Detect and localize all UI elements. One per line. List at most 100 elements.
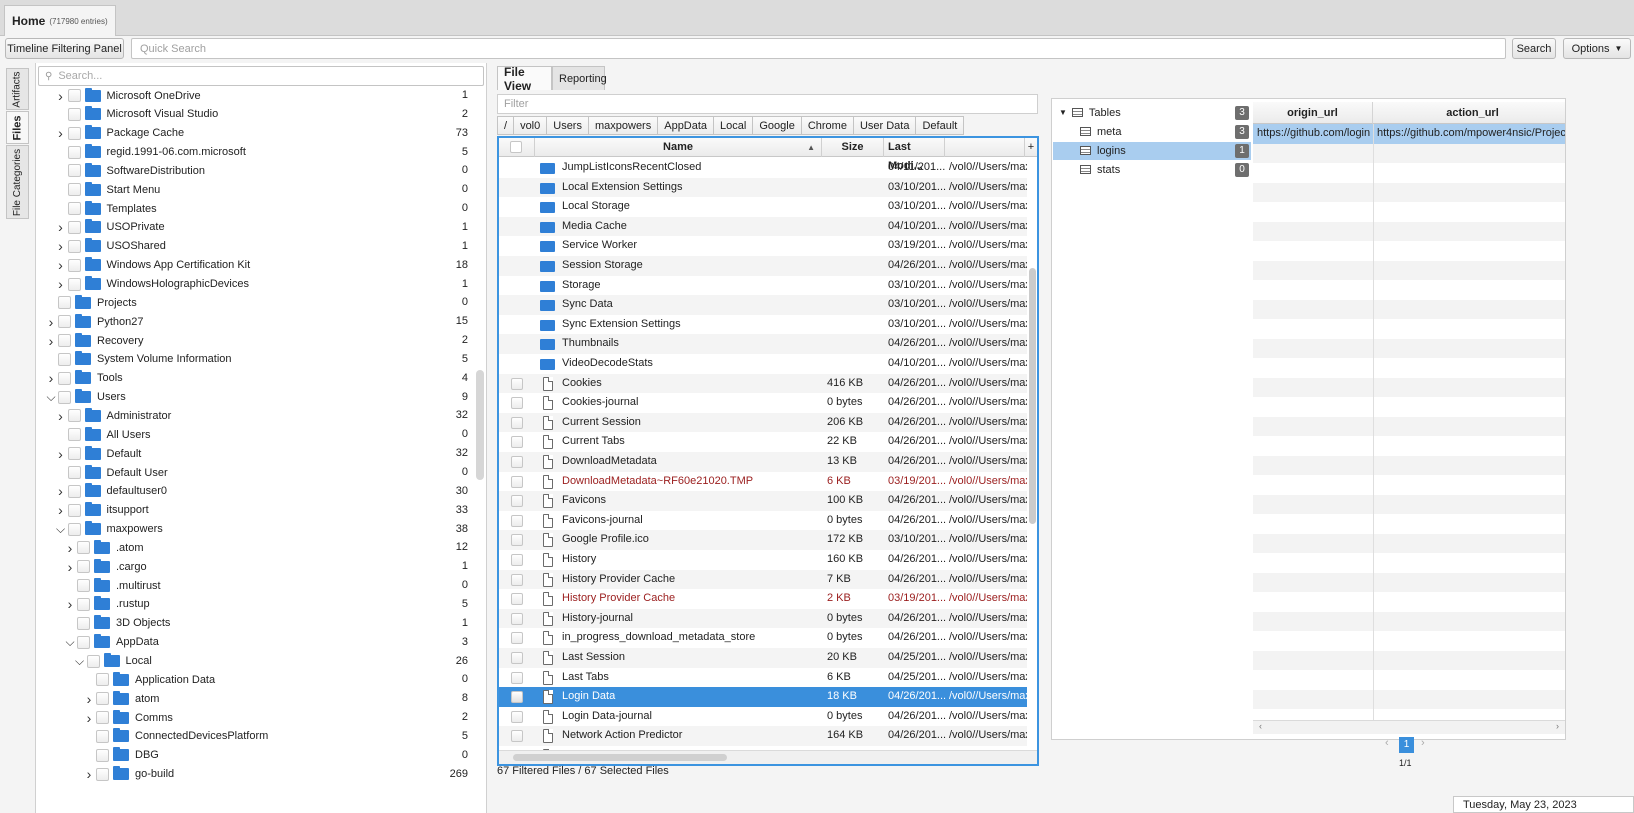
breadcrumb-item[interactable]: vol0 <box>513 116 548 135</box>
tree-item[interactable]: Templates <box>56 199 157 218</box>
chevron-right-icon[interactable]: › <box>46 370 56 386</box>
tree-checkbox[interactable] <box>77 541 90 555</box>
tree-item[interactable]: › Tools <box>46 369 123 388</box>
tree-item[interactable]: › .rustup <box>65 595 150 614</box>
file-row[interactable]: DownloadMetadata~RF60e21020.TMP 6 KB 03/19… <box>499 472 1027 492</box>
scroll-left-icon[interactable]: ‹ <box>1259 721 1262 731</box>
db-table-node[interactable]: stats <box>1080 160 1120 179</box>
tables-root-node[interactable]: ▼ Tables <box>1059 103 1121 122</box>
file-row[interactable]: Cookies-journal 0 bytes 04/26/201.../vol0/… <box>499 393 1027 413</box>
tree-item[interactable]: › go-build <box>84 765 174 784</box>
tree-item[interactable]: All Users <box>56 425 151 444</box>
home-tab[interactable]: Home (717980 entries) <box>4 5 116 36</box>
file-checkbox[interactable] <box>511 514 523 527</box>
file-checkbox[interactable] <box>511 652 523 664</box>
file-row[interactable]: Current Session 206 KB 04/26/201.../vol0//… <box>499 412 1027 433</box>
timeline-filtering-button[interactable]: Timeline Filtering Panel <box>5 38 124 59</box>
tree-checkbox[interactable] <box>58 315 71 329</box>
tree-item[interactable]: › atom <box>84 689 159 708</box>
tree-checkbox[interactable] <box>77 579 90 593</box>
breadcrumb-item[interactable]: Users <box>546 116 589 135</box>
file-row[interactable]: Sync Extension Settings 03/10/201.../vol0… <box>499 315 1027 335</box>
tree-checkbox[interactable] <box>67 107 81 121</box>
tree-checkbox[interactable] <box>77 597 90 611</box>
file-row[interactable]: Service Worker 03/19/201.../vol0//Users/m… <box>499 236 1027 256</box>
tree-checkbox[interactable] <box>96 692 109 706</box>
file-row[interactable]: History Provider Cache 2 KB 03/19/201.../v… <box>499 589 1027 609</box>
tree-item[interactable]: SoftwareDistribution <box>56 161 205 180</box>
chevron-right-icon[interactable]: › <box>84 766 94 782</box>
tree-item[interactable]: 3D Objects <box>65 614 170 633</box>
file-checkbox[interactable] <box>511 730 523 743</box>
breadcrumb-item[interactable]: / <box>497 116 515 135</box>
tree-item[interactable]: › Microsoft OneDrive <box>56 86 201 105</box>
file-row[interactable]: History-journal 0 bytes 04/26/201.../vol0/… <box>499 608 1027 629</box>
chevron-right-icon[interactable]: › <box>46 333 56 349</box>
tree-item[interactable]: ⌵ Users <box>46 388 126 407</box>
tree-checkbox[interactable] <box>67 183 81 197</box>
breadcrumb-item[interactable]: User Data <box>852 116 917 135</box>
tree-checkbox[interactable] <box>67 447 81 461</box>
tree-item[interactable]: › USOPrivate <box>56 218 165 237</box>
tree-checkbox[interactable] <box>67 409 81 423</box>
chevron-right-icon[interactable]: › <box>65 540 75 556</box>
db-row[interactable]: https://github.com/login https://github.c… <box>1253 124 1565 144</box>
chevron-right-icon[interactable]: › <box>84 691 94 707</box>
tree-item[interactable]: › Package Cache <box>56 124 184 143</box>
file-row[interactable]: Current Tabs 22 KB 04/26/201.../vol0//User… <box>499 432 1027 452</box>
tree-item[interactable]: ConnectedDevicesPlatform <box>84 727 268 746</box>
filter-input[interactable]: Filter <box>497 94 1038 114</box>
file-checkbox[interactable] <box>511 397 523 410</box>
scroll-right-icon[interactable]: › <box>1556 721 1559 731</box>
breadcrumb-item[interactable]: Google <box>752 116 802 135</box>
tab-files[interactable]: Files <box>6 111 29 144</box>
tree-checkbox[interactable] <box>96 673 109 687</box>
tree-item[interactable]: Default User <box>56 463 168 482</box>
file-row[interactable]: Local Storage 03/10/201.../vol0//Users/ma… <box>499 197 1027 217</box>
file-checkbox[interactable] <box>511 632 523 645</box>
file-checkbox[interactable] <box>511 475 523 488</box>
breadcrumb-item[interactable]: maxpowers <box>587 116 659 135</box>
tree-checkbox[interactable] <box>67 503 81 517</box>
file-row[interactable]: Favicons-journal 0 bytes 04/26/201.../vol0… <box>499 511 1027 531</box>
file-row[interactable]: Google Profile.ico 172 KB 03/10/201.../vol… <box>499 530 1027 550</box>
file-row[interactable]: Thumbnails 04/26/201.../vol0//Users/maxp <box>499 334 1027 354</box>
tree-item[interactable]: regid.1991-06.com.microsoft <box>56 143 246 162</box>
chevron-right-icon[interactable]: › <box>65 559 75 575</box>
file-row[interactable]: DownloadMetadata 13 KB 04/26/201.../vol0//… <box>499 452 1027 472</box>
tab-reporting[interactable]: Reporting <box>552 66 607 90</box>
tree-checkbox[interactable] <box>77 560 90 574</box>
tree-checkbox[interactable] <box>67 126 81 140</box>
breadcrumb-item[interactable]: Local <box>713 116 754 135</box>
tree-item[interactable]: › itsupport <box>56 501 149 520</box>
chevron-right-icon[interactable]: › <box>56 219 66 235</box>
chevron-right-icon[interactable]: › <box>56 238 66 254</box>
file-checkbox[interactable] <box>511 534 523 547</box>
file-checkbox[interactable] <box>511 671 523 684</box>
tree-item[interactable]: ⌵ maxpowers <box>56 520 163 539</box>
chevron-right-icon[interactable]: › <box>56 257 66 273</box>
tree-item[interactable]: › Recovery <box>46 331 143 350</box>
file-row[interactable]: History Provider Cache 7 KB 04/26/201.../v… <box>499 569 1027 590</box>
chevron-down-icon[interactable]: ⌵ <box>65 635 75 650</box>
chevron-right-icon[interactable]: › <box>65 596 75 612</box>
tree-item[interactable]: › defaultuser0 <box>56 482 167 501</box>
tree-checkbox[interactable] <box>77 616 90 630</box>
tree-item[interactable]: Application Data <box>84 670 215 689</box>
file-checkbox[interactable] <box>511 456 523 468</box>
file-checkbox[interactable] <box>511 495 523 508</box>
file-row[interactable]: Login Data-journal 0 bytes 04/26/201.../vo… <box>499 707 1027 727</box>
chevron-right-icon[interactable]: › <box>46 314 56 330</box>
file-row[interactable]: VideoDecodeStats 04/10/201.../vol0//Users… <box>499 354 1027 374</box>
file-row[interactable]: in_progress_download_metadata_store 0 byt… <box>499 628 1027 648</box>
tree-checkbox[interactable] <box>67 522 81 536</box>
tree-checkbox[interactable] <box>58 390 71 404</box>
breadcrumb-item[interactable]: Default <box>915 116 965 135</box>
file-row[interactable]: Media Cache 04/10/201.../vol0//Users/maxp <box>499 216 1027 237</box>
tree-search-input[interactable]: ⚲ Search... <box>38 66 484 86</box>
chevron-right-icon[interactable]: › <box>56 408 66 424</box>
file-checkbox[interactable] <box>511 710 523 723</box>
breadcrumb-item[interactable]: Chrome <box>800 116 854 135</box>
add-column-icon[interactable]: + <box>1025 138 1037 157</box>
search-button[interactable]: Search <box>1512 38 1556 59</box>
